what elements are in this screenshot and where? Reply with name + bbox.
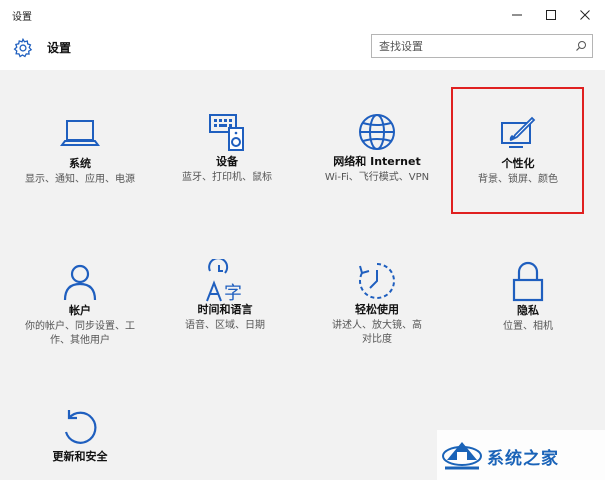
- laptop-icon: [60, 120, 100, 146]
- search-input[interactable]: [372, 35, 569, 57]
- category-update-security[interactable]: 更新和安全: [15, 408, 145, 466]
- category-name: 帐户: [69, 304, 91, 317]
- category-desc: 讲述人、放大镜、高对比度: [332, 320, 422, 345]
- maximize-icon: [546, 10, 556, 20]
- category-desc: Wi-Fi、飞行模式、VPN: [324, 172, 430, 183]
- highlight-box: [451, 87, 584, 214]
- time-language-icon: 字: [206, 259, 242, 303]
- watermark-logo-icon: [442, 442, 482, 470]
- page-title: 设置: [47, 41, 72, 55]
- person-icon: [63, 264, 97, 301]
- svg-text:字: 字: [224, 283, 242, 303]
- watermark: 系统之家: [437, 430, 605, 480]
- close-button[interactable]: [568, 0, 602, 30]
- close-icon: [580, 10, 590, 20]
- category-name: 轻松使用: [355, 303, 399, 316]
- gear-icon: [13, 37, 33, 58]
- devices-icon: [209, 114, 244, 151]
- category-name: 网络和 Internet: [333, 155, 421, 168]
- category-desc: 显示、通知、应用、电源: [25, 174, 135, 185]
- category-desc: 蓝牙、打印机、鼠标: [182, 172, 272, 183]
- category-privacy[interactable]: 隐私 位置、相机: [463, 261, 593, 334]
- minimize-icon: [512, 14, 522, 16]
- title-bar[interactable]: 设置: [0, 0, 605, 30]
- globe-icon: [359, 114, 395, 150]
- search-box[interactable]: [371, 34, 593, 58]
- watermark-text: 系统之家: [487, 449, 559, 469]
- category-name: 更新和安全: [52, 450, 108, 463]
- maximize-button[interactable]: [534, 0, 568, 30]
- ease-of-access-icon: [359, 263, 395, 299]
- settings-header: 设置: [0, 30, 605, 70]
- category-name: 系统: [69, 157, 91, 170]
- category-system[interactable]: 系统 显示、通知、应用、电源: [15, 115, 145, 187]
- category-desc: 语音、区域、日期: [185, 320, 265, 331]
- category-name: 时间和语言: [197, 303, 253, 316]
- update-icon: [64, 410, 97, 444]
- category-desc: 你的帐户、同步设置、工作、其他用户: [25, 321, 135, 346]
- category-time-language[interactable]: 字 时间和语言 语音、区域、日期: [160, 259, 290, 333]
- category-name: 隐私: [517, 304, 539, 317]
- category-ease-of-access[interactable]: 轻松使用 讲述人、放大镜、高对比度: [312, 260, 442, 347]
- settings-window: 设置 设置 查找设置 系统 显示、通知、应用、电源 设备 蓝牙、打印机、鼠标 网…: [0, 0, 605, 480]
- window-title: 设置: [12, 12, 32, 23]
- lock-icon: [512, 261, 544, 302]
- category-network[interactable]: 网络和 Internet Wi-Fi、飞行模式、VPN: [312, 112, 442, 185]
- category-accounts[interactable]: 帐户 你的帐户、同步设置、工作、其他用户: [15, 262, 145, 348]
- minimize-button[interactable]: [500, 0, 534, 30]
- search-icon[interactable]: [575, 40, 587, 52]
- category-name: 设备: [216, 155, 238, 168]
- category-desc: 位置、相机: [503, 321, 553, 332]
- category-devices[interactable]: 设备 蓝牙、打印机、鼠标: [162, 112, 292, 185]
